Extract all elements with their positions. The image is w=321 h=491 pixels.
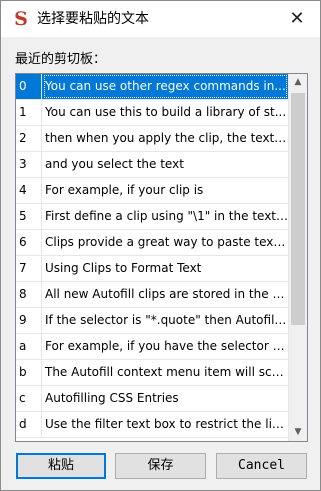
- list-item-key: 2: [16, 126, 42, 151]
- list-item[interactable]: b The Autofill context menu item will sca…: [16, 360, 288, 386]
- window-title: 选择要粘贴的文本: [37, 11, 149, 27]
- list-item[interactable]: 7 Using Clips to Format Text: [16, 256, 288, 282]
- list-item[interactable]: 8 All new Autofill clips are stored in th…: [16, 282, 288, 308]
- app-logo-icon: S: [14, 8, 28, 30]
- list-item-key: c: [16, 386, 42, 411]
- list-item[interactable]: 3 and you select the text: [16, 152, 288, 178]
- list-item[interactable]: 0 You can use other regex commands in...: [16, 74, 288, 100]
- list-item-key: 4: [16, 178, 42, 203]
- scroll-thumb[interactable]: [291, 93, 305, 325]
- list-item-text: Use the filter text box to restrict the …: [45, 417, 288, 431]
- close-button[interactable]: ✕: [274, 1, 320, 37]
- scroll-down-arrow-icon[interactable]: ▼: [289, 424, 307, 441]
- clipboard-list[interactable]: 0 You can use other regex commands in... 1…: [15, 73, 308, 442]
- list-item-key: 5: [16, 204, 42, 229]
- list-item-text: For example, if your clip is: [45, 183, 204, 197]
- list-item[interactable]: 5 First define a clip using "\1" in the t…: [16, 204, 288, 230]
- list-item-key: 3: [16, 152, 42, 177]
- list-item[interactable]: 1 You can use this to build a library of …: [16, 100, 288, 126]
- list-item-text: First define a clip using "\1" in the te…: [45, 209, 288, 223]
- list-item[interactable]: a For example, if you have the selector o…: [16, 334, 288, 360]
- list-item-text: If the selector is "*.quote" then Autofi…: [45, 313, 288, 327]
- list-item-key: 0: [16, 74, 42, 99]
- list-item-text: and you select the text: [45, 157, 184, 171]
- list-item-key: 9: [16, 308, 42, 333]
- list-item-text: Using Clips to Format Text: [45, 261, 202, 275]
- list-item-key: a: [16, 334, 42, 359]
- vertical-scrollbar[interactable]: ▲ ▼: [288, 74, 307, 441]
- list-item-key: 1: [16, 100, 42, 125]
- list-item-text: The Autofill context menu item will sca.…: [45, 365, 288, 379]
- list-item[interactable]: 9 If the selector is "*.quote" then Autof…: [16, 308, 288, 334]
- title-bar: S 选择要粘贴的文本 ✕: [1, 1, 320, 37]
- list-item-text: For example, if you have the selector o.…: [45, 339, 288, 353]
- list-item-text: then when you apply the clip, the text .…: [45, 131, 288, 145]
- list-item-key: 6: [16, 230, 42, 255]
- save-button[interactable]: 保存: [115, 453, 206, 479]
- list-item-text: All new Autofill clips are stored in the…: [45, 287, 288, 301]
- scroll-up-arrow-icon[interactable]: ▲: [289, 74, 307, 91]
- paste-button[interactable]: 粘贴: [16, 453, 106, 479]
- list-item[interactable]: d Use the filter text box to restrict the…: [16, 412, 288, 438]
- list-item-key: b: [16, 360, 42, 385]
- list-item-text: You can use other regex commands in...: [43, 74, 288, 99]
- list-item-text: Clips provide a great way to paste text.…: [45, 235, 288, 249]
- list-item-key: 8: [16, 282, 42, 307]
- list-item-key: 7: [16, 256, 42, 281]
- recent-clipboard-label: 最近的剪切板：: [15, 52, 107, 67]
- list-item[interactable]: 4 For example, if your clip is: [16, 178, 288, 204]
- clipboard-rows: 0 You can use other regex commands in... 1…: [16, 74, 288, 438]
- list-item-key: d: [16, 412, 42, 437]
- list-item[interactable]: 6 Clips provide a great way to paste text…: [16, 230, 288, 256]
- list-item[interactable]: c Autofilling CSS Entries: [16, 386, 288, 412]
- clipboard-picker-dialog: S 选择要粘贴的文本 ✕ 最近的剪切板： 0 You can use other …: [0, 0, 321, 491]
- list-item-text: Autofilling CSS Entries: [45, 391, 179, 405]
- cancel-button[interactable]: Cancel: [216, 453, 307, 479]
- list-item-text: You can use this to build a library of s…: [45, 105, 287, 119]
- list-item[interactable]: 2 then when you apply the clip, the text …: [16, 126, 288, 152]
